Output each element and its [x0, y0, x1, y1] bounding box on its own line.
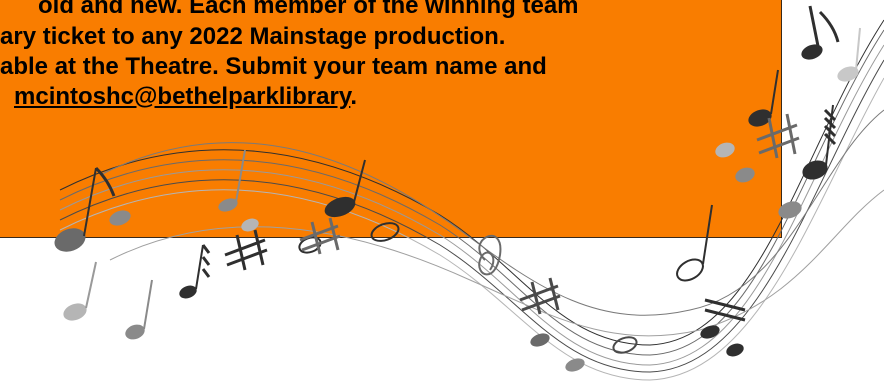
email-link[interactable]: mcintoshc@bethelparklibrary [14, 83, 350, 110]
announcement-line-2: ary ticket to any 2022 Mainstage product… [0, 22, 506, 50]
email-row: mcintoshc@bethelparklibrary. [0, 83, 760, 111]
email-period: . [350, 82, 358, 110]
announcement-line-1: old and new. Each member of the winning … [38, 0, 579, 19]
announcement-line-3: able at the Theatre. Submit your team na… [0, 53, 547, 80]
announcement-text: old and new. Each member of the winning … [0, 0, 760, 111]
